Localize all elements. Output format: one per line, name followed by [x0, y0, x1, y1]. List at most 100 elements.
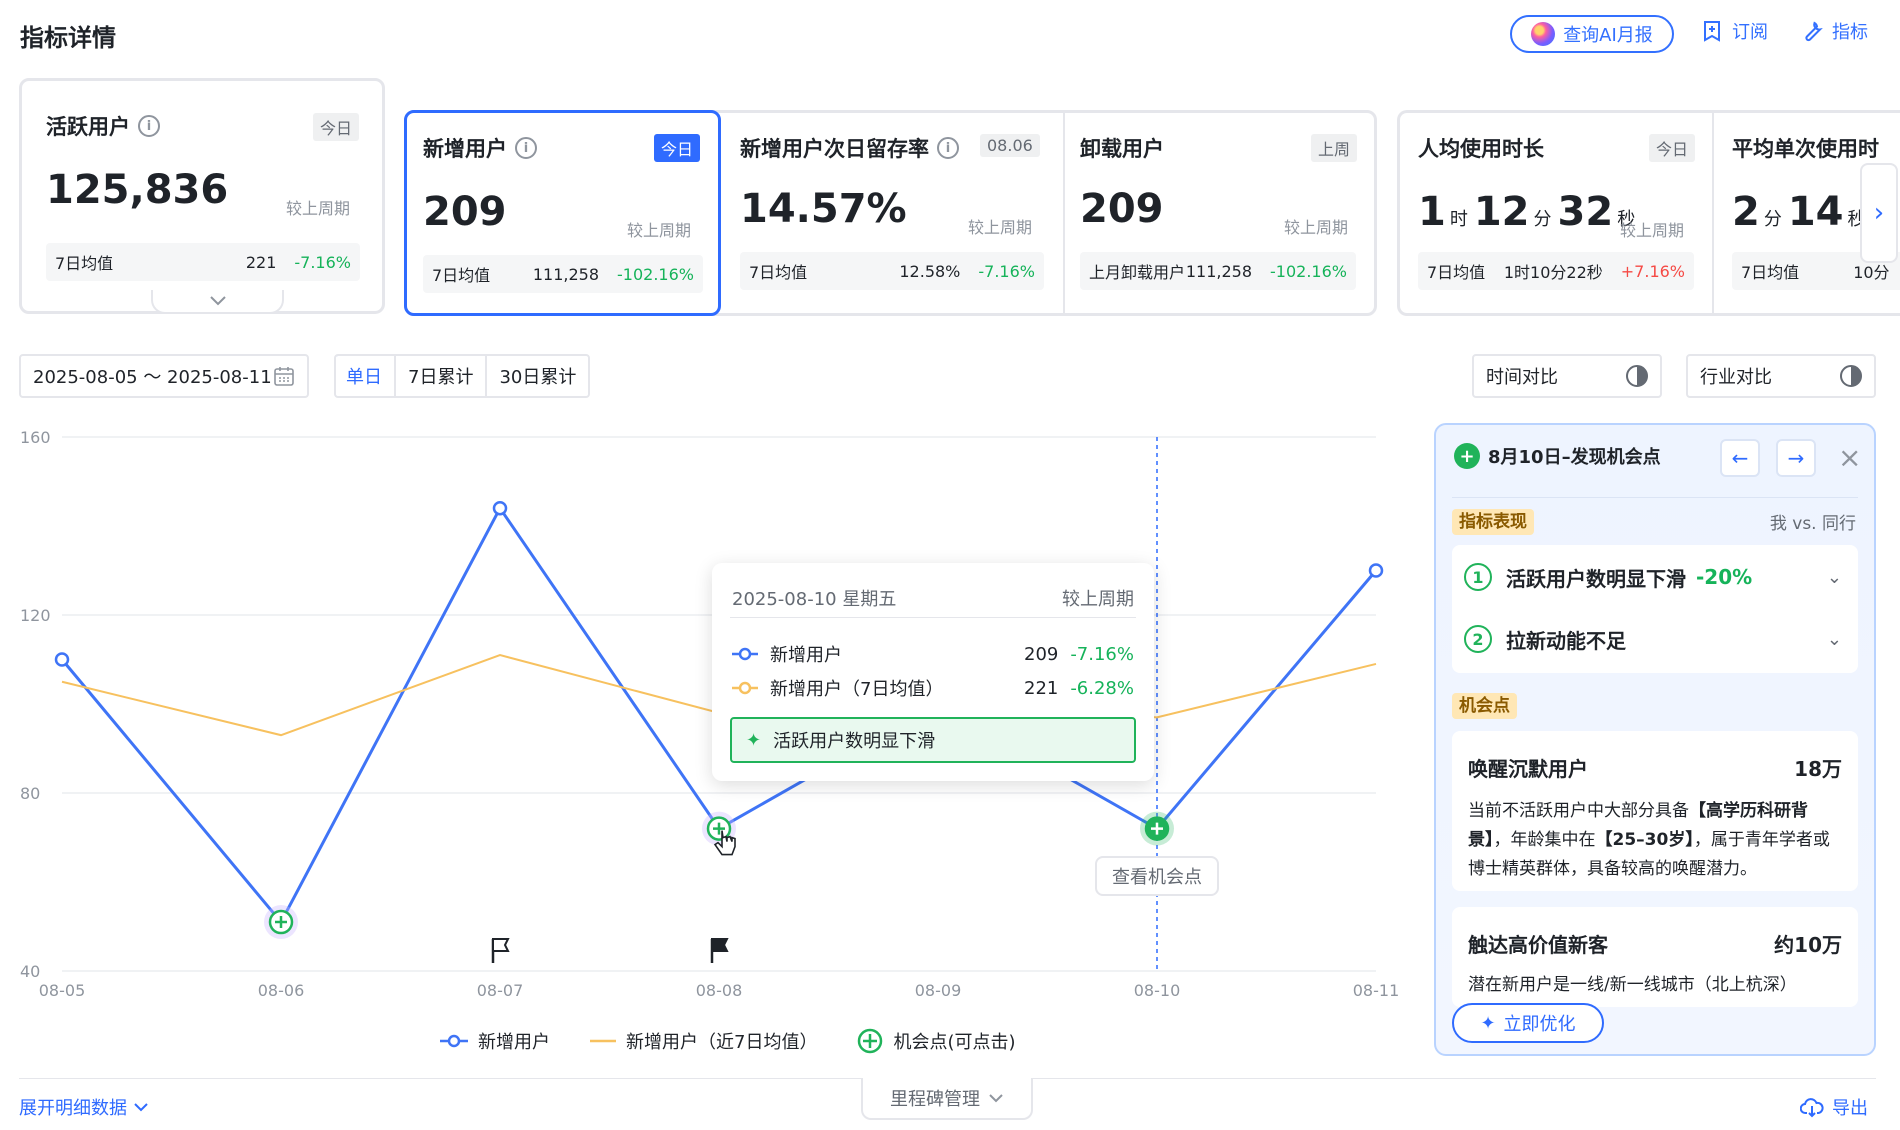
page-title: 指标详情	[20, 24, 116, 52]
info-icon[interactable]: i	[937, 137, 959, 159]
wrench-icon	[1805, 21, 1823, 42]
sparkle-icon: ✦	[746, 729, 762, 751]
issue-item[interactable]: 1 活跃用户数明显下滑 -20% ⌄	[1464, 559, 1846, 595]
data-point	[492, 500, 508, 516]
seconds-value: 32	[1557, 189, 1614, 235]
tooltip-alert[interactable]: ✦ 活跃用户数明显下滑	[730, 717, 1136, 763]
stat-value: 221	[245, 252, 277, 272]
line-chart[interactable]: 40 80 120 160 08-05 08-06 08-07 08-08 08-09 08-10…	[0, 420, 1420, 1010]
view-opportunity-button[interactable]: 查看机会点	[1095, 856, 1219, 896]
data-point	[1368, 563, 1384, 578]
stat-value: 111,258	[532, 264, 600, 284]
opportunity-desc: 潜在新用户是一线/新一线城市（北上杭深）	[1468, 975, 1797, 995]
stat-pct: -7.16%	[978, 261, 1035, 281]
export-label: 导出	[1832, 1098, 1868, 1119]
tooltip-value: 209	[1024, 643, 1059, 665]
kpi-stat-row: 7日均值 12.58% -7.16%	[740, 252, 1044, 290]
kpi-card-active-users[interactable]: 活跃用户 i 今日 125,836 较上周期 7日均值 221 -7.16%	[19, 78, 385, 314]
industry-compare-label: 行业对比	[1700, 367, 1772, 388]
minutes-value: 2	[1732, 189, 1760, 235]
legend-label: 机会点(可点击)	[893, 1032, 1016, 1053]
opportunity-value: 约10万	[1774, 933, 1842, 957]
legend-item-7day-avg[interactable]: 新增用户（近7日均值）	[590, 1028, 817, 1054]
y-tick-label: 40	[20, 962, 40, 981]
y-tick-label: 160	[20, 428, 51, 447]
period-tag: 上周	[1311, 134, 1358, 162]
close-icon[interactable]: ×	[1838, 441, 1861, 474]
next-opportunity-button[interactable]: →	[1776, 439, 1816, 477]
x-tick-label: 08-05	[39, 981, 86, 1000]
optimize-now-button[interactable]: ✦ 立即优化	[1452, 1003, 1604, 1043]
kpi-card-usage-time[interactable]: 人均使用时长 今日 1时 12 分 32 秒 较上周期 7日均值 1时10分22秒 …	[1400, 113, 1712, 313]
kpi-card-new-users[interactable]: 新增用户 i 今日 209 较上周期 7日均值 111,258 -102.16%	[404, 110, 721, 316]
expand-card-toggle[interactable]	[151, 290, 284, 314]
kpi-value: 2分 14 秒	[1732, 189, 1872, 235]
minutes-unit: 分	[1763, 209, 1782, 230]
arrow-left-icon: ←	[1731, 446, 1749, 470]
series-marker-icon	[732, 681, 758, 695]
stat-value: 1时10分22秒	[1503, 263, 1603, 282]
expand-detail-button[interactable]: 展开明细数据	[19, 1094, 149, 1120]
tooltip-pct: -7.16%	[1070, 643, 1134, 665]
chevron-down-icon	[989, 1094, 1003, 1103]
bookmark-plus-icon	[1704, 21, 1720, 42]
legend-label: 新增用户	[478, 1032, 550, 1053]
legend-item-new-users[interactable]: 新增用户	[440, 1028, 550, 1054]
kpi-card-uninstall[interactable]: 卸载用户 上周 209 较上周期 上月卸载用户 111,258 -102.16%	[1062, 113, 1374, 313]
legend-label: 新增用户（近7日均值）	[626, 1032, 818, 1053]
aggregation-segmented: 单日 7日累计 30日累计	[334, 354, 591, 398]
kpi-title: 人均使用时长	[1418, 137, 1544, 161]
legend-item-opportunity[interactable]: 机会点(可点击)	[857, 1028, 1016, 1054]
kpi-value: 209	[1080, 186, 1164, 232]
seconds-value: 14	[1787, 189, 1844, 235]
date-range-picker[interactable]: 2025-08-05 ～ 2025-08-11	[19, 354, 309, 398]
minutes-unit: 分	[1533, 209, 1552, 230]
compare-label: 较上周期	[968, 218, 1033, 237]
metric-button[interactable]: 指标	[1800, 18, 1868, 44]
issue-item[interactable]: 2 拉新动能不足 ⌄	[1464, 621, 1846, 657]
kpi-stat-row: 7日均值 1时10分22秒 +7.16%	[1418, 252, 1694, 290]
industry-compare-button[interactable]: 行业对比	[1686, 354, 1876, 398]
info-icon[interactable]: i	[515, 137, 537, 159]
opportunity-card[interactable]: 唤醒沉默用户 18万 当前不活跃用户中大部分具备【高学历科研背景】，年龄集中在【…	[1452, 731, 1858, 891]
tooltip-compare-label: 较上周期	[1062, 589, 1134, 610]
segment-30day[interactable]: 30日累计	[485, 356, 588, 396]
desc-text: 当前不活跃用户中大部分具备	[1468, 801, 1689, 821]
kpi-card-retention[interactable]: 新增用户次日留存率 i 08.06 14.57% 较上周期 7日均值 12.58…	[724, 113, 1060, 313]
opportunity-card[interactable]: 触达高价值新客 约10万 潜在新用户是一线/新一线城市（北上杭深）	[1452, 907, 1858, 1007]
stat-label: 上月卸载用户	[1089, 263, 1186, 282]
milestone-management-button[interactable]: 里程碑管理	[861, 1078, 1033, 1120]
chevron-down-icon	[209, 296, 226, 306]
ai-report-button[interactable]: 查询AI月报	[1510, 15, 1674, 53]
opportunity-title: 唤醒沉默用户	[1468, 757, 1588, 781]
info-icon[interactable]: i	[138, 115, 160, 137]
stat-label: 7日均值	[1741, 263, 1800, 282]
opportunity-value: 18万	[1794, 757, 1842, 781]
stat-label: 7日均值	[432, 266, 491, 285]
subscribe-button[interactable]: 订阅	[1700, 18, 1768, 44]
y-tick-label: 120	[20, 606, 51, 625]
kpi-title: 新增用户次日留存率	[740, 137, 929, 161]
export-button[interactable]: 导出	[1800, 1094, 1868, 1120]
stat-pct: -102.16%	[1270, 261, 1347, 281]
chart-legend: 新增用户 新增用户（近7日均值） 机会点(可点击)	[440, 1028, 1016, 1054]
prev-opportunity-button[interactable]: ←	[1720, 439, 1760, 477]
ai-orb-icon	[1531, 22, 1556, 46]
segment-7day[interactable]: 7日累计	[394, 356, 485, 396]
compare-label: 较上周期	[1284, 218, 1349, 237]
stat-pct: -7.16%	[294, 252, 351, 272]
kpi-title: 平均单次使用时	[1732, 137, 1879, 161]
kpi-stat-row: 7日均值 111,258 -102.16%	[423, 255, 703, 293]
calendar-icon	[274, 367, 294, 386]
segment-daily[interactable]: 单日	[336, 356, 396, 396]
optimize-label: 立即优化	[1503, 1014, 1576, 1035]
ai-report-label: 查询AI月报	[1563, 25, 1653, 46]
y-tick-label: 80	[20, 784, 40, 803]
stat-pct: +7.16%	[1620, 261, 1685, 281]
scroll-cards-right-button[interactable]: ›	[1860, 163, 1898, 263]
arrow-right-icon: →	[1787, 446, 1805, 470]
section-label: 机会点	[1452, 693, 1517, 719]
kpi-value: 125,836	[46, 167, 229, 213]
issue-number: 2	[1464, 625, 1492, 653]
time-compare-button[interactable]: 时间对比	[1472, 354, 1662, 398]
